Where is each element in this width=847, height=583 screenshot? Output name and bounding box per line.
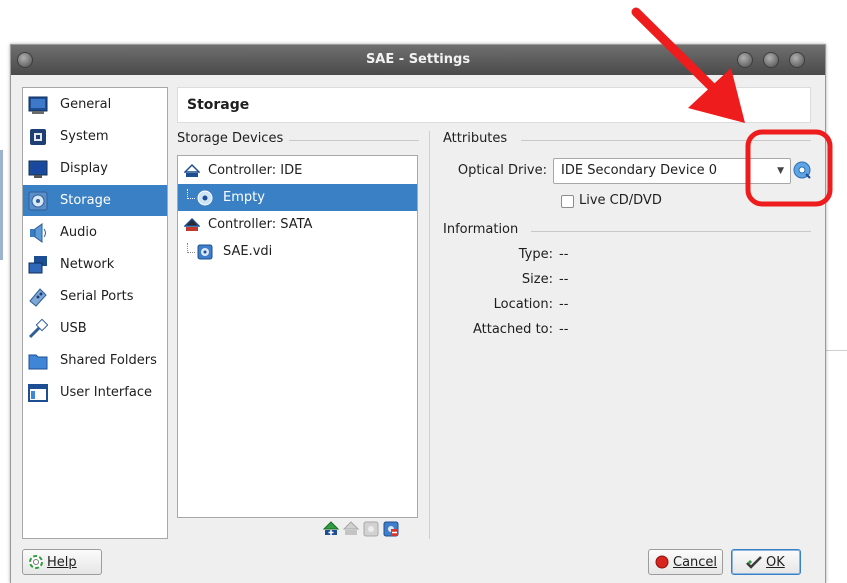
user-interface-icon — [28, 383, 48, 403]
choose-disk-file-icon[interactable] — [793, 161, 813, 181]
chevron-down-icon: ▼ — [777, 166, 784, 176]
ok-button-label: OK — [766, 554, 785, 570]
cancel-button-label: Cancel — [673, 554, 718, 570]
storage-disk-icon — [28, 191, 48, 211]
sidebar-item-shared-folders[interactable]: Shared Folders — [23, 345, 167, 376]
information-title: Information — [443, 222, 519, 237]
settings-sidebar: General System Display Storage Audio Net… — [22, 87, 168, 539]
storage-devices-title: Storage Devices — [177, 131, 284, 146]
sidebar-item-storage[interactable]: Storage — [23, 185, 167, 216]
size-label: Size: — [521, 272, 553, 287]
usb-plug-icon — [28, 318, 49, 339]
type-label: Type: — [518, 247, 553, 262]
tree-branch-line — [187, 242, 195, 253]
tree-item-empty-optical[interactable]: Empty — [178, 184, 417, 211]
sidebar-item-label: Audio — [60, 225, 97, 240]
sidebar-item-system[interactable]: System — [23, 121, 167, 152]
live-cd-label[interactable]: Live CD/DVD — [579, 193, 662, 208]
remove-attachment-icon[interactable] — [383, 521, 399, 537]
sidebar-item-user-interface[interactable]: User Interface — [23, 377, 167, 408]
sidebar-item-label: Display — [60, 161, 108, 176]
sidebar-item-label: User Interface — [60, 385, 152, 400]
attached-to-label: Attached to: — [472, 322, 553, 337]
ide-controller-icon — [183, 163, 201, 179]
network-icon — [28, 255, 48, 275]
group-divider — [531, 231, 811, 232]
cancel-stop-icon — [655, 555, 669, 569]
title-bar[interactable]: SAE - Settings — [11, 45, 825, 75]
sidebar-item-label: Storage — [60, 193, 111, 208]
optical-drive-select[interactable]: IDE Secondary Device 0 ▼ — [553, 158, 791, 184]
group-divider — [521, 140, 811, 141]
tree-item-controller-ide[interactable]: Controller: IDE — [178, 157, 417, 184]
panel-divider — [429, 131, 430, 539]
serial-port-icon — [28, 287, 48, 307]
tree-item-label: Controller: SATA — [208, 217, 313, 232]
attached-to-value: -- — [559, 322, 569, 337]
tree-item-label: Controller: IDE — [208, 163, 303, 178]
settings-window: SAE - Settings General System Display St… — [10, 44, 826, 583]
storage-tree[interactable]: Controller: IDE Empty Controller: SATA S… — [177, 155, 418, 518]
tree-item-label: SAE.vdi — [223, 244, 273, 259]
ok-checkmark-icon — [746, 555, 762, 569]
sidebar-item-label: General — [60, 97, 112, 112]
sata-controller-icon — [183, 217, 201, 233]
sidebar-item-label: USB — [60, 321, 87, 336]
cancel-button[interactable]: Cancel — [648, 549, 723, 575]
optical-disc-icon — [197, 190, 213, 206]
minimize-button[interactable] — [737, 52, 753, 68]
folder-icon — [28, 351, 48, 371]
remove-controller-icon[interactable] — [342, 521, 360, 537]
help-lifebuoy-icon — [29, 555, 43, 569]
location-value: -- — [559, 297, 569, 312]
tree-branch-line — [187, 188, 195, 199]
tree-item-label: Empty — [223, 190, 265, 205]
sidebar-item-label: Serial Ports — [60, 289, 134, 304]
tree-item-sae-vdi[interactable]: SAE.vdi — [178, 238, 417, 265]
sidebar-item-usb[interactable]: USB — [23, 313, 167, 344]
sidebar-item-display[interactable]: Display — [23, 153, 167, 184]
sidebar-item-label: Shared Folders — [60, 353, 157, 368]
sidebar-item-label: Network — [60, 257, 115, 272]
tree-item-controller-sata[interactable]: Controller: SATA — [178, 211, 417, 238]
optical-drive-label: Optical Drive: — [457, 163, 547, 178]
sidebar-item-audio[interactable]: Audio — [23, 217, 167, 248]
window-menu-button[interactable] — [17, 52, 33, 68]
system-chip-icon — [28, 127, 48, 147]
optical-drive-value: IDE Secondary Device 0 — [561, 163, 718, 178]
general-icon — [28, 95, 48, 115]
sidebar-item-serial-ports[interactable]: Serial Ports — [23, 281, 167, 312]
background-window-line — [825, 350, 847, 351]
sidebar-item-label: System — [60, 129, 109, 144]
type-value: -- — [559, 247, 569, 262]
page-title: Storage — [177, 87, 811, 123]
audio-speaker-icon — [28, 222, 48, 243]
sidebar-item-network[interactable]: Network — [23, 249, 167, 280]
hard-disk-icon — [197, 244, 213, 260]
size-value: -- — [559, 272, 569, 287]
help-button[interactable]: Help — [22, 549, 102, 575]
display-monitor-icon — [28, 159, 48, 179]
help-button-label: Help — [47, 554, 77, 570]
maximize-button[interactable] — [763, 52, 779, 68]
add-attachment-icon[interactable] — [363, 521, 379, 537]
background-window-edge — [0, 150, 3, 260]
attributes-title: Attributes — [443, 131, 508, 146]
window-title: SAE - Settings — [365, 52, 471, 67]
sidebar-item-general[interactable]: General — [23, 89, 167, 120]
location-label: Location: — [493, 297, 553, 312]
live-cd-checkbox[interactable] — [561, 195, 574, 208]
ok-button[interactable]: OK — [731, 549, 801, 575]
add-controller-icon[interactable] — [322, 521, 340, 537]
group-divider — [289, 140, 419, 141]
close-button[interactable] — [789, 52, 805, 68]
